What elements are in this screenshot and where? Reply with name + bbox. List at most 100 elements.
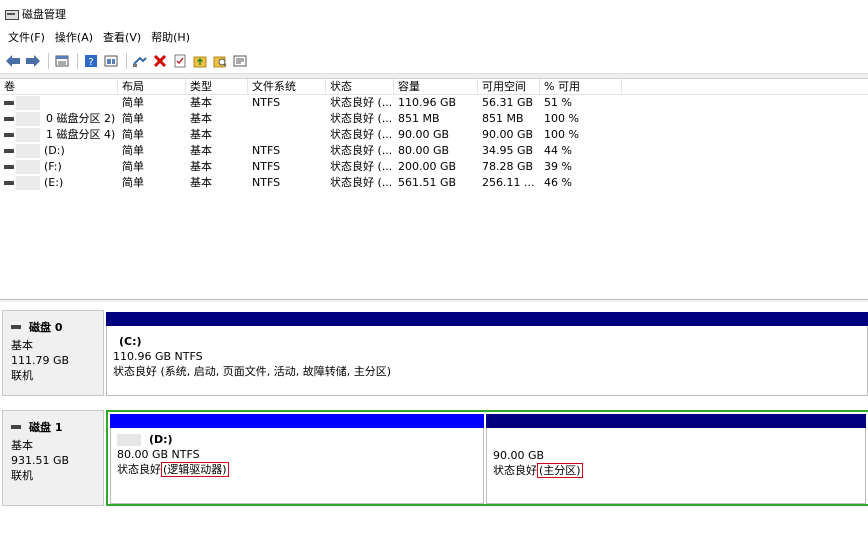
partition-size: 110.96 GB NTFS — [113, 350, 203, 363]
menu-view[interactable]: 查看(V) — [99, 28, 145, 48]
cell-volume: (D:) — [44, 144, 65, 157]
partition-bar — [110, 414, 484, 428]
menu-help[interactable]: 帮助(H) — [147, 28, 194, 48]
col-header-volume[interactable]: 卷 — [0, 79, 118, 95]
cell-layout: 简单 — [122, 144, 144, 157]
cell-volume: (E:) — [44, 176, 64, 189]
table-row[interactable]: 1 磁盘分区 4) 简单 基本 状态良好 (... 90.00 GB 90.00… — [0, 127, 868, 143]
partition-status-row: 状态良好 (逻辑驱动器) — [117, 462, 479, 477]
cell-layout: 简单 — [122, 96, 144, 109]
partition-status: 状态良好 — [493, 464, 537, 477]
disk-type: 基本 — [11, 439, 33, 452]
cell-type: 基本 — [190, 96, 212, 109]
partition-title: (C:) — [119, 335, 142, 348]
cell-percent-free: 44 % — [544, 144, 572, 157]
cell-layout: 简单 — [122, 128, 144, 141]
disk-icon — [11, 325, 21, 329]
volume-list: 卷 布局 类型 文件系统 状态 容量 可用空间 % 可用 简单 基本 NTFS … — [0, 78, 868, 300]
cell-layout: 简单 — [122, 160, 144, 173]
cell-type: 基本 — [190, 112, 212, 125]
cell-capacity: 851 MB — [398, 112, 440, 125]
disk-management-icon — [4, 8, 19, 20]
col-header-layout[interactable]: 布局 — [118, 79, 186, 95]
cell-status: 状态良好 (... — [330, 112, 393, 125]
col-header-status[interactable]: 状态 — [326, 79, 394, 95]
search-folder-icon[interactable] — [211, 52, 229, 70]
disk-state: 联机 — [11, 469, 33, 482]
cell-capacity: 90.00 GB — [398, 128, 450, 141]
cell-capacity: 200.00 GB — [398, 160, 457, 173]
partition-c[interactable]: (C:) 110.96 GB NTFS 状态良好 (系统, 启动, 页面文件, … — [106, 312, 868, 396]
partition-bar — [486, 414, 866, 428]
cell-free-space: 90.00 GB — [482, 128, 534, 141]
extended-partition-frame: (D:) 80.00 GB NTFS 状态良好 (逻辑驱动器) 90.00 GB … — [106, 410, 868, 506]
cell-type: 基本 — [190, 160, 212, 173]
title-bar: 磁盘管理 — [0, 0, 868, 28]
cell-type: 基本 — [190, 176, 212, 189]
forward-icon[interactable] — [24, 52, 42, 70]
table-row[interactable]: 0 磁盘分区 2) 简单 基本 状态良好 (... 851 MB 851 MB … — [0, 111, 868, 127]
menu-action[interactable]: 操作(A) — [51, 28, 97, 48]
disk-list-icon[interactable] — [53, 52, 71, 70]
partition-size: 80.00 GB NTFS — [117, 448, 200, 461]
cell-percent-free: 100 % — [544, 112, 579, 125]
menu-bar: 文件(F) 操作(A) 查看(V) 帮助(H) — [0, 28, 868, 48]
toolbar: ? — [0, 48, 868, 74]
disk-1-label[interactable]: 磁盘 1 基本 931.51 GB 联机 — [2, 410, 104, 506]
cell-free-space: 851 MB — [482, 112, 524, 125]
connect-icon[interactable] — [131, 52, 149, 70]
cell-status: 状态良好 (... — [330, 96, 393, 109]
volume-list-body: 简单 基本 NTFS 状态良好 (... 110.96 GB 56.31 GB … — [0, 95, 868, 191]
partition-body: 90.00 GB 状态良好 (主分区) — [486, 428, 866, 504]
col-header-percent-free[interactable]: % 可用 — [540, 79, 622, 95]
disk-0-label[interactable]: 磁盘 0 基本 111.79 GB 联机 — [2, 310, 104, 396]
cell-filesystem: NTFS — [252, 176, 281, 189]
partition-primary[interactable]: 90.00 GB 状态良好 (主分区) — [486, 414, 866, 504]
delete-icon[interactable] — [151, 52, 169, 70]
cell-type: 基本 — [190, 144, 212, 157]
cell-volume: 0 磁盘分区 2) — [46, 112, 116, 125]
folder-up-icon[interactable] — [191, 52, 209, 70]
partition-body: (D:) 80.00 GB NTFS 状态良好 (逻辑驱动器) — [110, 428, 484, 504]
col-header-filesystem[interactable]: 文件系统 — [248, 79, 326, 95]
volume-list-header: 卷 布局 类型 文件系统 状态 容量 可用空间 % 可用 — [0, 79, 868, 95]
cell-free-space: 34.95 GB — [482, 144, 534, 157]
back-icon[interactable] — [4, 52, 22, 70]
disk-name: 磁盘 1 — [29, 421, 63, 434]
cell-layout: 简单 — [122, 112, 144, 125]
table-row[interactable]: (D:) 简单 基本 NTFS 状态良好 (... 80.00 GB 34.95… — [0, 143, 868, 159]
partition-status: 状态良好 — [117, 463, 161, 476]
check-icon[interactable] — [171, 52, 189, 70]
svg-text:?: ? — [88, 57, 93, 68]
partition-size: 90.00 GB — [493, 449, 545, 462]
table-row[interactable]: (F:) 简单 基本 NTFS 状态良好 (... 200.00 GB 78.2… — [0, 159, 868, 175]
col-header-type[interactable]: 类型 — [186, 79, 248, 95]
menu-file[interactable]: 文件(F) — [4, 28, 49, 48]
graphical-view-icon[interactable] — [102, 52, 120, 70]
partition-body: (C:) 110.96 GB NTFS 状态良好 (系统, 启动, 页面文件, … — [106, 326, 868, 396]
cell-layout: 简单 — [122, 176, 144, 189]
disk-graphical-view: 磁盘 0 基本 111.79 GB 联机 (C:) 110.96 GB NTFS… — [0, 302, 868, 556]
cell-free-space: 78.28 GB — [482, 160, 534, 173]
window-title: 磁盘管理 — [22, 8, 66, 21]
cell-filesystem: NTFS — [252, 96, 281, 109]
cell-status: 状态良好 (... — [330, 160, 393, 173]
cell-filesystem — [248, 111, 326, 127]
col-header-free-space[interactable]: 可用空间 — [478, 79, 540, 95]
table-row[interactable]: (E:) 简单 基本 NTFS 状态良好 (... 561.51 GB 256.… — [0, 175, 868, 191]
disk-size: 111.79 GB — [11, 354, 70, 367]
cell-percent-free: 39 % — [544, 160, 572, 173]
cell-filesystem: NTFS — [252, 144, 281, 157]
cell-status: 状态良好 (... — [330, 128, 393, 141]
disk-type: 基本 — [11, 339, 33, 352]
highlight-box: (逻辑驱动器) — [161, 462, 229, 477]
col-header-capacity[interactable]: 容量 — [394, 79, 478, 95]
disk-state: 联机 — [11, 369, 33, 382]
properties-icon[interactable] — [231, 52, 249, 70]
cell-filesystem — [248, 127, 326, 143]
partition-d[interactable]: (D:) 80.00 GB NTFS 状态良好 (逻辑驱动器) — [110, 414, 484, 504]
cell-filesystem: NTFS — [252, 160, 281, 173]
partition-title: (D:) — [149, 433, 173, 446]
table-row[interactable]: 简单 基本 NTFS 状态良好 (... 110.96 GB 56.31 GB … — [0, 95, 868, 111]
help-icon[interactable]: ? — [82, 52, 100, 70]
